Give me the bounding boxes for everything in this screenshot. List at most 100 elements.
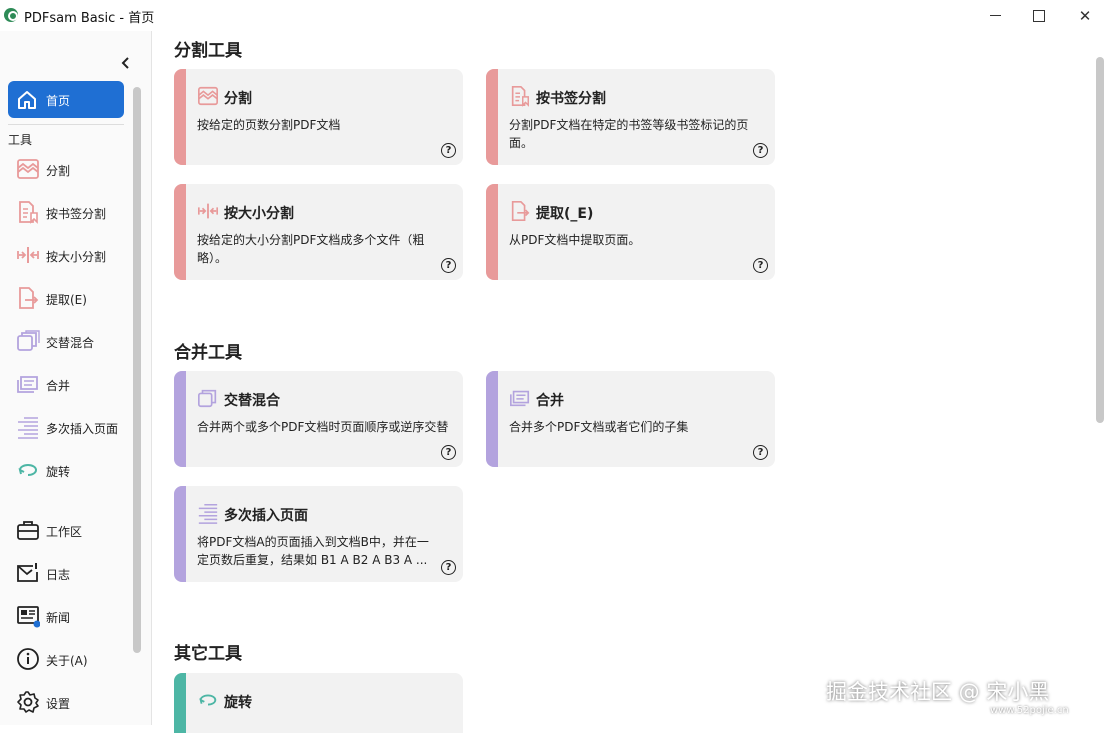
card-accent-bar <box>174 673 186 733</box>
card-description: 从PDF文档中提取页面。 <box>509 233 641 247</box>
multi-insert-icon <box>18 417 38 439</box>
sidebar-item-multi-insert[interactable]: 多次插入页面 <box>8 409 128 445</box>
sidebar-item-workspace[interactable]: 工作区 <box>8 512 128 548</box>
sidebar: 首页 工具 分割 按书签分割 按大小分割 提取(E) 交替混合 合并 多次插入页… <box>0 31 152 725</box>
window-title: PDFsam Basic - 首页 <box>24 11 155 26</box>
rotate-icon <box>18 464 37 476</box>
help-icon[interactable]: ? <box>753 258 768 273</box>
title-bar: PDFsam Basic - 首页 ✕ <box>0 0 1108 31</box>
mail-log-icon <box>17 563 38 582</box>
split-icon <box>198 86 218 106</box>
card-title: 按书签分割 <box>536 91 606 107</box>
card-description: 合并两个或多个PDF文档时页面顺序或逆序交替 <box>197 420 449 434</box>
card-title: 提取(_E) <box>536 206 594 222</box>
collapse-sidebar-button[interactable] <box>115 53 137 73</box>
sidebar-item-news[interactable]: 新闻 <box>8 598 128 634</box>
help-icon[interactable]: ? <box>753 143 768 158</box>
card-description: 合并多个PDF文档或者它们的子集 <box>509 420 689 434</box>
tool-card-split[interactable]: 分割 按给定的页数分割PDF文档 ? <box>174 69 463 165</box>
sidebar-item-label: 设置 <box>46 697 71 711</box>
card-accent-bar <box>174 184 186 280</box>
size-split-icon <box>198 203 218 219</box>
multi-insert-icon <box>198 504 218 524</box>
help-icon[interactable]: ? <box>441 445 456 460</box>
tool-card-extract[interactable]: 提取(_E) 从PDF文档中提取页面。 ? <box>486 184 775 280</box>
bookmark-split-icon <box>19 201 38 224</box>
help-icon[interactable]: ? <box>753 445 768 460</box>
divider <box>8 124 124 125</box>
sidebar-item-label: 多次插入页面 <box>46 422 119 436</box>
sidebar-item-label: 旋转 <box>46 465 71 479</box>
watermark: 掘金技术社区 @ 宋小黑 <box>826 680 1050 704</box>
gear-icon <box>17 691 39 713</box>
card-title: 按大小分割 <box>224 206 294 222</box>
section-title-other: 其它工具 <box>174 644 242 664</box>
pdfsam-logo-icon <box>4 8 18 22</box>
card-accent-bar <box>486 184 498 280</box>
tool-card-size-split[interactable]: 按大小分割 按给定的大小分割PDF文档成多个文件（粗略）。 ? <box>174 184 463 280</box>
home-content: 分割工具 分割 按给定的页数分割PDF文档 ? 按书签分割 分割PDF文档在特定… <box>153 31 1108 733</box>
card-title: 多次插入页面 <box>224 508 308 524</box>
card-accent-bar <box>486 371 498 467</box>
merge-icon <box>17 376 38 393</box>
card-accent-bar <box>174 69 186 165</box>
minimize-button[interactable] <box>972 0 1018 31</box>
extract-icon <box>19 287 39 309</box>
card-description: 按给定的页数分割PDF文档 <box>197 118 341 132</box>
sidebar-item-label: 交替混合 <box>46 336 95 350</box>
tool-card-multi-insert[interactable]: 多次插入页面 将PDF文档A的页面插入到文档B中，并在一定页数后重复，结果如 B… <box>174 486 463 582</box>
sidebar-item-label: 按书签分割 <box>46 207 107 221</box>
sidebar-item-rotate[interactable]: 旋转 <box>8 452 128 488</box>
sidebar-item-label: 分割 <box>46 164 71 178</box>
close-button[interactable]: ✕ <box>1062 0 1108 31</box>
card-accent-bar <box>174 371 186 467</box>
card-description: 将PDF文档A的页面插入到文档B中，并在一定页数后重复，结果如 B1 A B2 … <box>197 535 429 567</box>
chevron-left-icon <box>121 57 129 69</box>
sidebar-item-home[interactable]: 首页 <box>8 81 124 118</box>
card-description: 按给定的大小分割PDF文档成多个文件（粗略）。 <box>197 233 425 265</box>
sidebar-item-label: 首页 <box>46 94 71 108</box>
tool-card-rotate[interactable]: 旋转 <box>174 673 463 733</box>
help-icon[interactable]: ? <box>441 258 456 273</box>
rotate-icon <box>199 694 217 706</box>
card-title: 旋转 <box>224 695 252 711</box>
alternate-mix-icon <box>17 330 40 351</box>
sidebar-item-label: 工作区 <box>46 525 83 539</box>
watermark-url: www.52pojie.cn <box>990 705 1069 716</box>
tool-card-alternate-mix[interactable]: 交替混合 合并两个或多个PDF文档时页面顺序或逆序交替 ? <box>174 371 463 467</box>
card-title: 分割 <box>224 91 252 107</box>
main-scrollbar[interactable] <box>1096 57 1104 423</box>
sidebar-item-extract[interactable]: 提取(E) <box>8 280 128 316</box>
bookmark-split-icon <box>511 86 529 107</box>
extract-icon <box>511 201 530 221</box>
sidebar-item-about[interactable]: 关于(A) <box>8 641 128 677</box>
sidebar-item-settings[interactable]: 设置 <box>8 684 128 720</box>
sidebar-item-bookmark-split[interactable]: 按书签分割 <box>8 194 128 230</box>
card-description: 分割PDF文档在特定的书签等级书签标记的页面。 <box>509 118 749 150</box>
sidebar-scrollbar[interactable] <box>133 87 141 653</box>
sidebar-item-split[interactable]: 分割 <box>8 151 128 187</box>
sidebar-item-size-split[interactable]: 按大小分割 <box>8 237 128 273</box>
tool-card-merge[interactable]: 合并 合并多个PDF文档或者它们的子集 ? <box>486 371 775 467</box>
alternate-mix-icon <box>198 389 217 408</box>
briefcase-icon <box>17 521 39 540</box>
split-icon <box>17 159 39 179</box>
tool-card-bookmark-split[interactable]: 按书签分割 分割PDF文档在特定的书签等级书签标记的页面。 ? <box>486 69 775 165</box>
section-title-split: 分割工具 <box>174 41 242 61</box>
merge-icon <box>510 390 530 407</box>
sidebar-item-label: 提取(E) <box>46 293 87 307</box>
card-title: 交替混合 <box>224 393 280 409</box>
card-title: 合并 <box>536 393 564 409</box>
maximize-button[interactable] <box>1016 0 1062 31</box>
section-title-merge: 合并工具 <box>174 343 242 363</box>
info-icon <box>17 648 39 670</box>
sidebar-item-label: 合并 <box>46 379 71 393</box>
sidebar-item-label: 关于(A) <box>46 654 88 668</box>
sidebar-item-merge[interactable]: 合并 <box>8 366 128 402</box>
home-icon <box>18 91 36 109</box>
sidebar-item-label: 新闻 <box>46 611 71 625</box>
help-icon[interactable]: ? <box>441 143 456 158</box>
help-icon[interactable]: ? <box>441 560 456 575</box>
sidebar-item-alternate-mix[interactable]: 交替混合 <box>8 323 128 359</box>
sidebar-item-log[interactable]: 日志 <box>8 555 128 591</box>
